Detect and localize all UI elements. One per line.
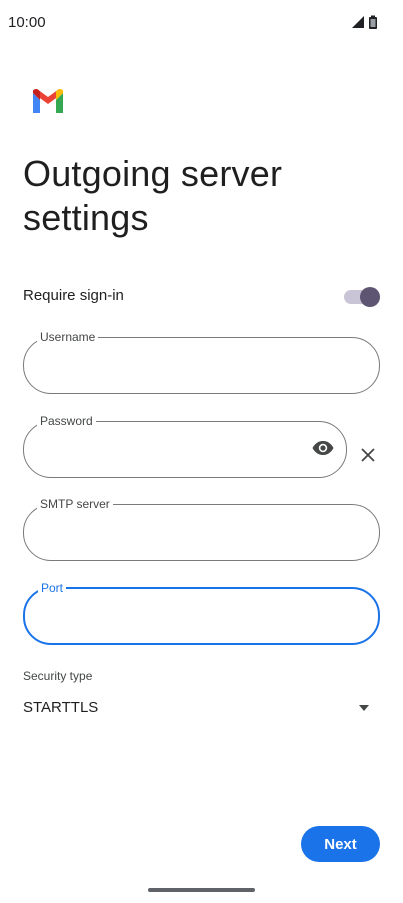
dropdown-arrow-icon[interactable]	[358, 699, 370, 711]
signal-icon	[352, 16, 364, 28]
clear-password-icon[interactable]	[360, 447, 376, 463]
password-field[interactable]: Password	[23, 415, 347, 478]
port-label: Port	[41, 581, 64, 595]
username-field[interactable]: Username	[23, 331, 380, 394]
port-field[interactable]: Port	[23, 582, 380, 645]
smtp-server-field[interactable]: SMTP server	[23, 498, 380, 561]
smtp-server-input[interactable]	[36, 510, 371, 551]
security-type-value[interactable]: STARTTLS	[23, 699, 98, 716]
username-input[interactable]	[36, 343, 371, 384]
next-button[interactable]: Next	[301, 826, 380, 862]
password-input[interactable]	[36, 427, 310, 468]
toggle-thumb	[360, 287, 380, 307]
show-password-icon[interactable]	[312, 440, 334, 456]
page-title-line2: settings	[23, 197, 149, 238]
status-icons	[351, 14, 379, 30]
port-input[interactable]	[37, 594, 370, 635]
security-type-label: Security type	[23, 669, 93, 683]
gmail-logo	[31, 89, 65, 115]
page-title: Outgoing server settings	[23, 152, 282, 240]
password-label: Password	[40, 414, 93, 428]
require-signin-toggle[interactable]	[344, 287, 380, 307]
navigation-handle[interactable]	[148, 888, 255, 892]
smtp-server-label: SMTP server	[40, 497, 110, 511]
page-title-line1: Outgoing server	[23, 153, 283, 194]
require-signin-label: Require sign-in	[23, 287, 124, 304]
status-time: 10:00	[8, 14, 46, 31]
username-label: Username	[40, 330, 96, 344]
